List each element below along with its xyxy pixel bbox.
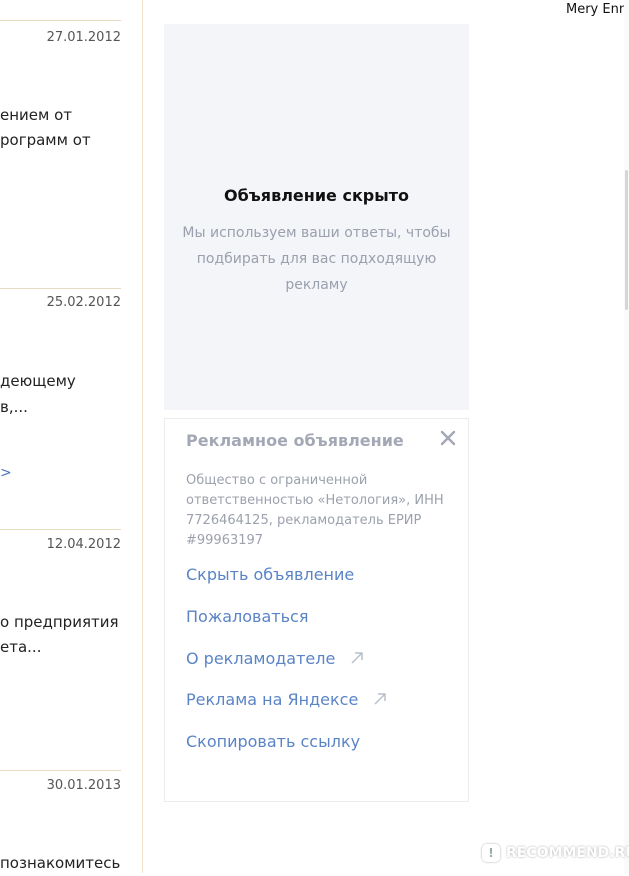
hide-ad-label: Скрыть объявление <box>186 565 355 584</box>
entry-text[interactable]: о предприятия <box>0 609 118 635</box>
advertiser-info-line: #99963197 <box>186 533 264 548</box>
entry-divider <box>0 20 121 21</box>
hide-ad-button[interactable]: Скрыть объявление <box>186 565 354 584</box>
watermark: ! RECOMMEND.RU <box>482 841 629 865</box>
entry-divider <box>0 770 121 771</box>
ad-menu-panel: Рекламное объявление Общество с ограниче… <box>164 418 469 802</box>
advertiser-info-line: 7726464125, рекламодатель ЕРИР <box>186 513 422 528</box>
entry-divider <box>0 529 121 530</box>
scrollbar-track[interactable] <box>624 0 629 873</box>
external-link-arrow-icon <box>374 693 387 705</box>
entry-text[interactable]: ета... <box>0 634 41 660</box>
recommend-logo-icon: ! <box>482 844 500 862</box>
entry-text[interactable]: рограмм от <box>0 127 91 153</box>
ad-panel-title: Рекламное объявление <box>186 431 404 450</box>
about-advertiser-link[interactable]: О рекламодателе <box>186 649 364 668</box>
report-ad-button[interactable]: Пожаловаться <box>186 607 308 626</box>
watermark-text: RECOMMEND.RU <box>506 845 629 861</box>
entry-text[interactable]: в,... <box>0 394 28 420</box>
hidden-ad-title: Объявление скрыто <box>224 186 409 205</box>
entry-text[interactable]: познакомитесь <box>0 850 120 876</box>
scrollbar-thumb[interactable] <box>625 170 628 310</box>
entry-date: 27.01.2012 <box>46 30 121 45</box>
entry-text[interactable]: деющему <box>0 368 76 394</box>
column-divider <box>142 0 143 873</box>
copy-link-button[interactable]: Скопировать ссылку <box>186 732 360 751</box>
close-icon[interactable] <box>439 429 457 447</box>
hidden-ad-placeholder: Объявление скрыто Мы используем ваши отв… <box>164 24 469 410</box>
entry-date: 30.01.2013 <box>46 778 121 793</box>
entry-date: 25.02.2012 <box>46 295 121 310</box>
entry-divider <box>0 288 121 289</box>
entry-date: 12.04.2012 <box>46 537 121 552</box>
entry-text[interactable]: ением от <box>0 102 72 128</box>
user-name[interactable]: Mery Enn <box>566 2 627 17</box>
reviews-list: 27.01.2012 ением от рограмм от 25.02.201… <box>0 0 142 873</box>
hidden-ad-description: Мы используем ваши ответы, чтобы подбира… <box>182 220 451 298</box>
hidden-ad-desc-line: подбирать для вас подходящую <box>196 251 437 267</box>
advertiser-info-line: ответственностью «Нетология», ИНН <box>186 493 444 508</box>
yandex-ads-link[interactable]: Реклама на Яндексе <box>186 690 387 709</box>
yandex-ads-label: Реклама на Яндексе <box>186 690 359 709</box>
copy-link-label: Скопировать ссылку <box>186 732 361 751</box>
about-advertiser-label: О рекламодателе <box>186 649 336 668</box>
external-link-arrow-icon <box>351 652 364 664</box>
advertiser-info-line: Общество с ограниченной <box>186 473 368 488</box>
hidden-ad-desc-line: Мы используем ваши ответы, чтобы <box>182 225 451 241</box>
report-ad-label: Пожаловаться <box>186 607 309 626</box>
read-more-link[interactable]: > <box>0 465 12 481</box>
hidden-ad-desc-line: рекламу <box>285 277 348 293</box>
advertiser-info: Общество с ограниченной ответственностью… <box>186 471 456 551</box>
